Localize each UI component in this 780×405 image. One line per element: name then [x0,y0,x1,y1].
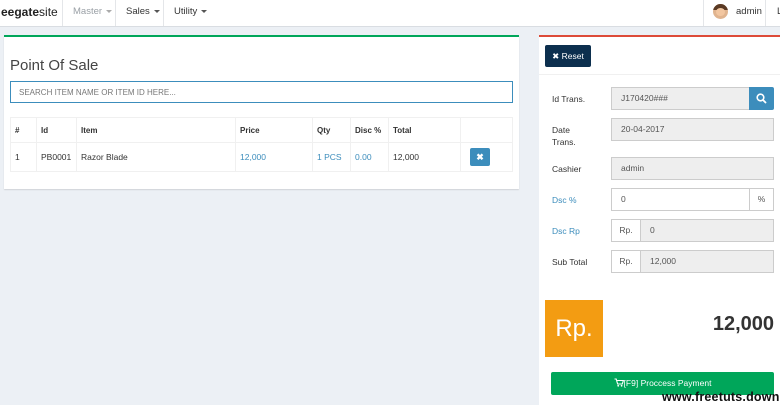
date-trans-field[interactable]: 20-04-2017 [611,118,774,141]
col-header-total: Total [388,117,461,143]
nav-menu-utility[interactable]: Utility [163,0,217,26]
col-header-no: # [10,117,37,143]
caret-down-icon [201,9,208,13]
rp-addon: Rp. [611,250,641,273]
process-payment-label: [F9] Proccess Payment [623,378,712,388]
user-name: admin [736,6,762,17]
close-icon: ✖ [476,152,484,162]
date-trans-label: Date Trans. [552,125,576,147]
search-icon [756,93,767,104]
brand-rest-text: site [39,5,58,19]
col-header-qty: Qty [312,117,351,143]
cashier-label: Cashier [552,164,582,174]
table-header-row: # Id Item Price Qty Disc % Total [10,117,513,143]
subtotal-field[interactable]: 12,000 [640,250,774,273]
cell-item: Razor Blade [76,142,236,172]
percent-addon: % [749,188,774,211]
nav-menu-master[interactable]: Master [62,0,122,26]
item-search-input[interactable] [10,81,513,103]
cart-icon [614,378,624,387]
nav-menu-sales[interactable]: Sales [115,0,170,26]
brand-bold-text: eegate [1,5,40,19]
caret-down-icon [153,9,160,13]
user-menu[interactable]: admin [703,0,765,26]
discount-percent-input[interactable]: 0 [611,188,750,211]
transaction-panel: ✖ Reset Id Trans. J170420### Date Trans.… [539,35,780,405]
subtotal-label: Sub Total [552,257,588,267]
watermark: www.freetuts.downloa [662,390,780,404]
cell-id: PB0001 [36,142,77,172]
id-trans-label: Id Trans. [552,94,586,104]
remove-item-button[interactable]: ✖ [470,148,490,166]
items-table: # Id Item Price Qty Disc % Total 1 PB000… [10,117,513,172]
brand-logo[interactable]: eegatesite [0,0,58,26]
col-header-item: Item [76,117,236,143]
discount-rp-label[interactable]: Dsc Rp [552,225,580,237]
close-icon: ✖ [552,51,560,61]
id-trans-field[interactable]: J170420### [611,87,750,110]
cell-price-link[interactable]: 12,000 [235,142,313,172]
grand-total: 12,000 [712,313,774,335]
nav-menu-utility-label: Utility [174,6,198,17]
nav-menu-sales-label: Sales [126,6,150,17]
reset-label: Reset [561,51,584,61]
cashier-field[interactable]: admin [611,157,774,180]
col-header-action [460,117,513,143]
top-navbar: eegatesite Master Sales Utility admin L [0,0,780,27]
pos-box: Point Of Sale # Id Item Price Qty Disc %… [4,35,519,189]
discount-rp-field[interactable]: 0 [640,219,774,242]
col-header-disc: Disc % [350,117,389,143]
cell-action: ✖ [460,142,513,172]
search-transaction-button[interactable] [749,87,774,110]
cell-no: 1 [10,142,37,172]
discount-percent-label[interactable]: Dsc % [552,194,577,206]
divider [539,74,780,75]
nav-menu-master-label: Master [73,6,103,17]
cell-disc-link[interactable]: 0.00 [350,142,389,172]
avatar [713,4,728,19]
cell-total: 12,000 [388,142,461,172]
col-header-price: Price [235,117,313,143]
nav-edge-item[interactable]: L [765,0,780,26]
caret-down-icon [106,9,113,13]
reset-button[interactable]: ✖ Reset [545,45,591,67]
currency-badge: Rp. [545,300,603,357]
table-row: 1 PB0001 Razor Blade 12,000 1 PCS 0.00 1… [10,142,513,172]
rp-addon: Rp. [611,219,641,242]
cell-qty-link[interactable]: 1 PCS [312,142,351,172]
page-title: Point Of Sale [10,57,99,74]
col-header-id: Id [36,117,77,143]
